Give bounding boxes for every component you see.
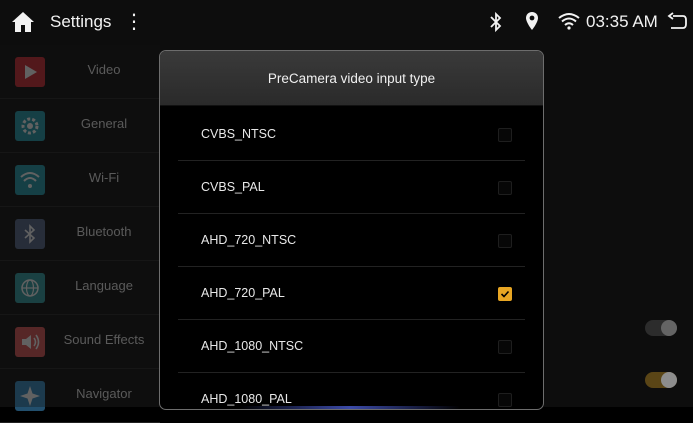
option-ahd-720-ntsc[interactable]: AHD_720_NTSC [178, 214, 525, 267]
location-icon [526, 12, 538, 30]
more-vert-icon[interactable]: ⋮ [124, 9, 144, 34]
option-label: CVBS_PAL [201, 180, 265, 194]
option-ahd-1080-pal[interactable]: AHD_1080_PAL [178, 373, 525, 409]
option-ahd-1080-ntsc[interactable]: AHD_1080_NTSC [178, 320, 525, 373]
home-icon[interactable] [10, 10, 36, 34]
option-label: AHD_1080_NTSC [201, 339, 304, 353]
clock: 03:35 AM [586, 12, 658, 31]
check-icon [500, 290, 510, 298]
checkbox-checked[interactable] [498, 287, 512, 301]
option-label: AHD_720_PAL [201, 286, 285, 300]
wifi-icon [558, 13, 580, 30]
option-cvbs-pal[interactable]: CVBS_PAL [178, 161, 525, 214]
dialog-title: PreCamera video input type [267, 71, 436, 86]
checkbox[interactable] [498, 340, 512, 354]
option-cvbs-ntsc[interactable]: CVBS_NTSC [178, 108, 525, 161]
video-input-type-dialog: PreCamera video input type CVBS_NTSC CVB… [159, 50, 544, 410]
checkbox[interactable] [498, 234, 512, 248]
option-label: AHD_720_NTSC [201, 233, 297, 247]
dialog-header: PreCamera video input type [160, 51, 543, 106]
option-label: CVBS_NTSC [201, 127, 277, 141]
page-title: Settings [50, 12, 112, 31]
checkbox[interactable] [498, 181, 512, 195]
checkbox[interactable] [498, 393, 512, 407]
status-bar: Settings ⋮ 03:35 AM [0, 0, 693, 45]
option-label: AHD_1080_PAL [201, 392, 292, 406]
option-ahd-720-pal[interactable]: AHD_720_PAL [178, 267, 525, 320]
bluetooth-icon [490, 11, 502, 33]
back-icon[interactable] [667, 12, 687, 32]
scroll-edge-glow [240, 406, 460, 409]
checkbox[interactable] [498, 128, 512, 142]
